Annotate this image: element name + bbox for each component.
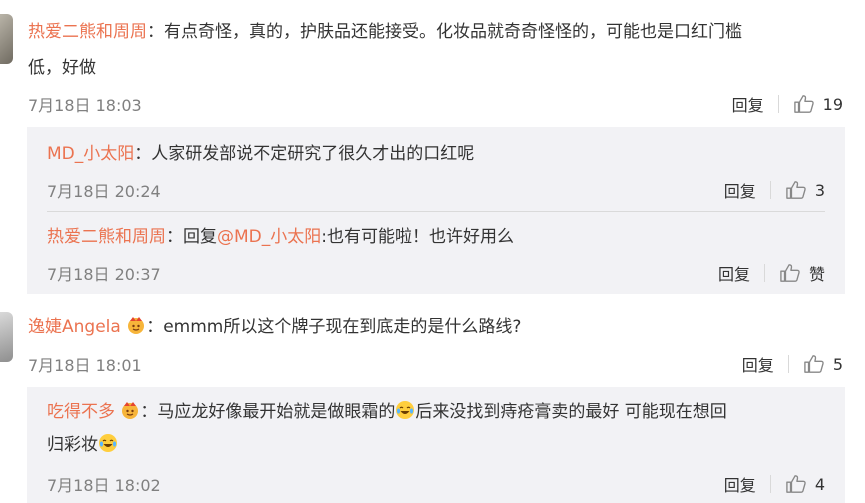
- reply-text: :也有可能啦！也许好用么: [321, 227, 514, 247]
- username-link[interactable]: 热爱二熊和周周: [47, 227, 166, 247]
- reply-body: 热爱二熊和周周：回复@MD_小太阳:也有可能啦！也许好用么: [47, 221, 514, 254]
- divider: [787, 355, 789, 373]
- username-link[interactable]: MD_小太阳: [47, 144, 134, 164]
- comment-text-line2: 低，好做: [28, 58, 96, 78]
- thumbs-up-icon[interactable]: [785, 474, 807, 494]
- reply-button[interactable]: 回复: [718, 261, 750, 285]
- username-link[interactable]: 逸婕Angela: [28, 317, 121, 337]
- reply-button[interactable]: 回复: [724, 178, 756, 202]
- reply-actions: 回复 3: [724, 178, 825, 202]
- comment-actions: 回复 5: [742, 352, 843, 376]
- username-link[interactable]: 热爱二熊和周周: [28, 22, 147, 42]
- divider: [777, 95, 779, 113]
- thumbs-up-icon[interactable]: [785, 180, 807, 200]
- comment-actions: 回复 19: [732, 92, 843, 116]
- vip-badge-icon: [122, 402, 139, 419]
- reply-button[interactable]: 回复: [732, 92, 764, 116]
- reply-divider: [47, 211, 825, 212]
- like-count: 4: [814, 474, 825, 494]
- reply-body: 吃得不多 ：马应龙好像最开始就是做眼霜的 后来没找到痔疮膏卖的最好 可能现在想回: [47, 396, 727, 429]
- comment-body: 逸婕Angela ：emmm所以这个牌子现在到底走的是什么路线?: [28, 311, 521, 344]
- reply-body: MD_小太阳：人家研发部说不定研究了很久才出的口红呢: [47, 138, 474, 171]
- reply-text-line2: 归彩妆: [47, 429, 118, 462]
- avatar[interactable]: [0, 312, 13, 362]
- thumbs-up-icon[interactable]: [803, 354, 825, 374]
- reply-button[interactable]: 回复: [724, 472, 756, 496]
- divider: [769, 181, 771, 199]
- vip-badge-icon: [128, 317, 145, 334]
- reply-text: ：人家研发部说不定研究了很久才出的口红呢: [134, 144, 475, 164]
- divider: [763, 264, 765, 282]
- thumbs-up-icon[interactable]: [779, 263, 801, 283]
- reply-text: 归彩妆: [47, 435, 98, 455]
- reply-button[interactable]: 回复: [742, 352, 774, 376]
- comment-body: 热爱二熊和周周：有点奇怪，真的，护肤品还能接受。化妆品就奇奇怪怪的，可能也是口红…: [28, 16, 742, 49]
- reply-time: 7月18日 20:37: [47, 265, 161, 284]
- username-link[interactable]: 吃得不多: [47, 402, 115, 422]
- reply-actions: 回复 4: [724, 472, 825, 496]
- comment-time: 7月18日 18:03: [28, 96, 142, 115]
- reply-actions: 回复 赞: [718, 261, 825, 285]
- comment-text: ：emmm所以这个牌子现在到底走的是什么路线?: [146, 317, 522, 337]
- reply-time: 7月18日 18:02: [47, 476, 161, 495]
- like-count: 赞: [808, 265, 825, 284]
- divider: [769, 475, 771, 493]
- avatar[interactable]: [0, 14, 13, 64]
- crying-laughing-emoji: [396, 401, 415, 419]
- like-count: 19: [822, 94, 843, 114]
- crying-laughing-emoji: [99, 434, 117, 452]
- reply-time: 7月18日 20:24: [47, 182, 161, 201]
- reply-prefix: ：回复: [166, 227, 217, 247]
- comment-text: ：有点奇怪，真的，护肤品还能接受。化妆品就奇奇怪怪的，可能也是口红门槛: [147, 22, 742, 42]
- like-count: 3: [814, 180, 825, 200]
- mention-link[interactable]: @MD_小太阳: [217, 227, 321, 247]
- reply-text: 后来没找到痔疮膏卖的最好 可能现在想回: [415, 402, 727, 422]
- comment-time: 7月18日 18:01: [28, 356, 142, 375]
- thumbs-up-icon[interactable]: [793, 94, 815, 114]
- like-count: 5: [832, 354, 843, 374]
- reply-text: ：马应龙好像最开始就是做眼霜的: [140, 402, 396, 422]
